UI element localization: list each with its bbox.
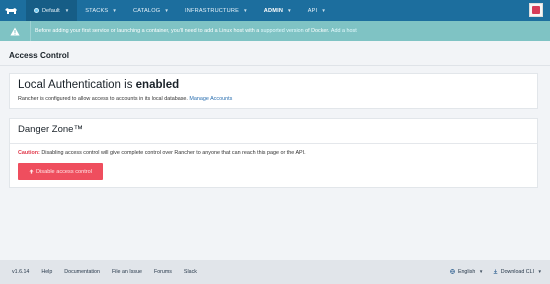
supported-version-link[interactable]: supported version xyxy=(261,28,304,34)
add-host-banner: Before adding your first service or laun… xyxy=(0,21,550,41)
language-selector[interactable]: English ▼ xyxy=(450,269,483,275)
footer-links: v1.6.14 Help Documentation File an Issue… xyxy=(12,269,197,275)
nav-catalog-label: CATALOG xyxy=(133,7,161,14)
download-cli-button[interactable]: Download CLI ▼ xyxy=(493,269,542,275)
divider xyxy=(10,143,537,144)
page-title: Access Control xyxy=(9,51,70,60)
banner-text-middle: of Docker. xyxy=(305,28,330,34)
chevron-down-icon: ▼ xyxy=(112,8,118,13)
local-auth-panel: Local Authentication is enabled Rancher … xyxy=(9,73,538,109)
disable-access-control-label: Disable access control xyxy=(36,168,92,175)
chevron-down-icon: ▼ xyxy=(321,8,327,13)
nav-stacks[interactable]: STACKS ▼ xyxy=(77,0,125,21)
local-auth-title: Local Authentication is enabled xyxy=(18,79,179,91)
globe-icon xyxy=(450,269,456,274)
nav-infrastructure[interactable]: INFRASTRUCTURE ▼ xyxy=(177,0,256,21)
environment-switcher[interactable]: Default ▼ xyxy=(26,0,78,21)
language-label: English xyxy=(457,269,476,275)
chevron-down-icon: ▼ xyxy=(64,8,70,13)
top-navigation: Default ▼ STACKS ▼ CATALOG ▼ INFRASTRUCT… xyxy=(0,0,550,21)
footer-link-documentation[interactable]: Documentation xyxy=(64,269,100,275)
chevron-down-icon: ▼ xyxy=(537,269,542,274)
footer-link-file-issue[interactable]: File an Issue xyxy=(112,269,142,275)
download-cli-label: Download CLI xyxy=(500,269,535,275)
environment-icon xyxy=(34,8,39,13)
nav-stacks-label: STACKS xyxy=(85,7,109,14)
divider xyxy=(0,65,550,66)
footer-link-help[interactable]: Help xyxy=(41,269,52,275)
rancher-logo-icon xyxy=(4,7,17,14)
chevron-down-icon: ▼ xyxy=(164,8,169,13)
banner-text: Before adding your first service or laun… xyxy=(35,28,260,34)
chevron-down-icon: ▼ xyxy=(478,269,484,274)
local-auth-title-prefix: Local Authentication is xyxy=(18,79,133,91)
caution-label: Caution: xyxy=(18,150,40,156)
nav-api[interactable]: API ▼ xyxy=(300,0,334,21)
environment-label: Default xyxy=(42,7,60,14)
add-host-link[interactable]: Add a host xyxy=(331,28,357,34)
caution-text: Disabling access control will give compl… xyxy=(41,150,306,156)
nav-api-label: API xyxy=(307,7,318,14)
nav-admin[interactable]: ADMIN ▼ xyxy=(256,0,300,21)
user-avatar[interactable] xyxy=(529,3,543,17)
banner-divider xyxy=(30,21,31,41)
nav-catalog[interactable]: CATALOG ▼ xyxy=(125,0,177,21)
footer: v1.6.14 Help Documentation File an Issue… xyxy=(0,260,550,284)
rancher-logo[interactable] xyxy=(0,0,21,21)
arrow-up-icon xyxy=(29,169,34,174)
footer-right: English ▼ Download CLI ▼ xyxy=(450,269,542,275)
nav-infrastructure-label: INFRASTRUCTURE xyxy=(185,7,240,14)
manage-accounts-link[interactable]: Manage Accounts xyxy=(189,96,232,102)
chevron-down-icon: ▼ xyxy=(243,8,248,13)
footer-link-forums[interactable]: Forums xyxy=(154,269,172,275)
nav-admin-label: ADMIN xyxy=(263,7,284,14)
local-auth-description: Rancher is configured to allow access to… xyxy=(18,96,232,102)
danger-zone-panel: Danger Zone™ Caution: Disabling access c… xyxy=(9,118,538,188)
local-auth-status: enabled xyxy=(135,79,180,91)
danger-zone-title: Danger Zone™ xyxy=(18,124,83,135)
footer-link-slack[interactable]: Slack xyxy=(184,269,197,275)
disable-access-control-button[interactable]: Disable access control xyxy=(18,163,103,180)
local-auth-description-text: Rancher is configured to allow access to… xyxy=(18,96,188,102)
chevron-down-icon: ▼ xyxy=(287,8,292,13)
download-icon xyxy=(493,269,498,274)
warning-icon xyxy=(10,27,20,35)
version-label: v1.6.14 xyxy=(12,269,30,275)
caution-message: Caution: Disabling access control will g… xyxy=(18,150,306,156)
